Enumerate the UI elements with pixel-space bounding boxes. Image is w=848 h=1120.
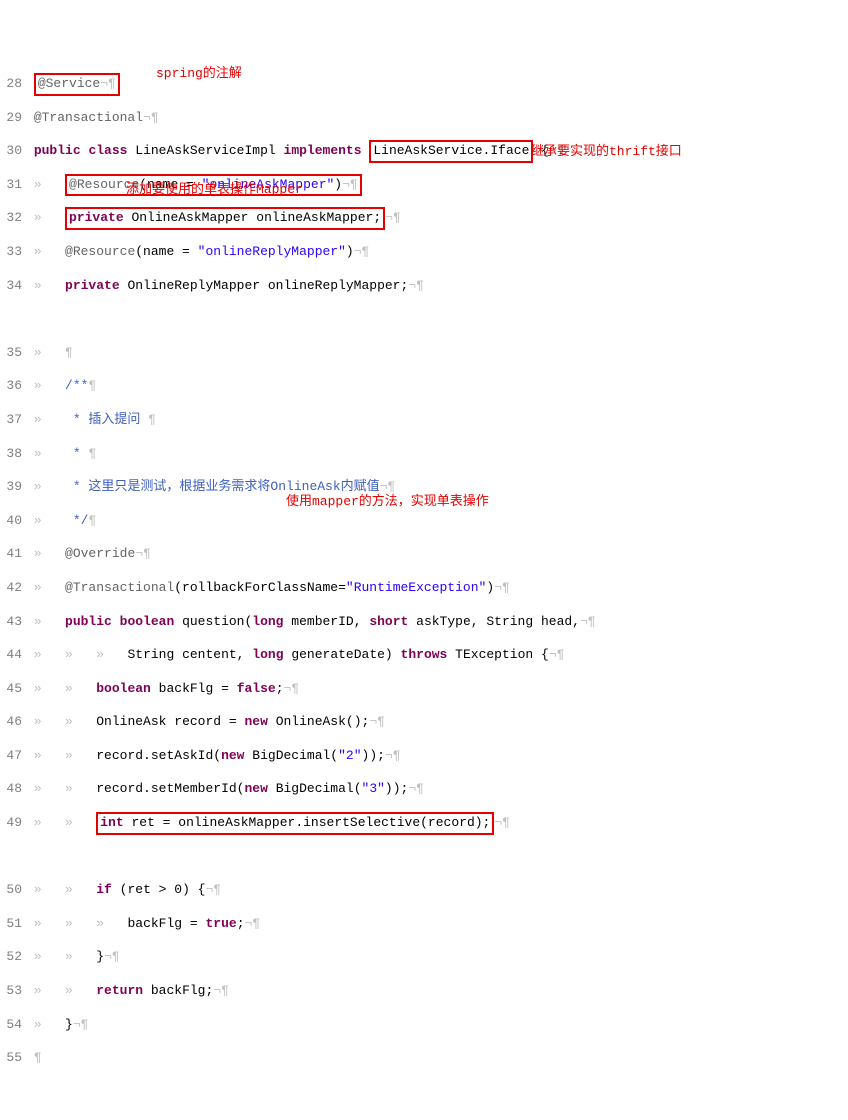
highlight-box: LineAskService.Iface xyxy=(369,140,533,163)
line-num: 47 xyxy=(0,747,22,766)
code-line[interactable]: » @Resource(name = "onlineReplyMapper")¬… xyxy=(26,243,848,262)
code-line[interactable]: » » return backFlg;¬¶ xyxy=(26,982,848,1001)
line-num: 45 xyxy=(0,680,22,699)
code-line[interactable]: public class LineAskServiceImpl implemen… xyxy=(26,142,848,161)
code-line[interactable]: @Service¬¶ xyxy=(26,75,848,94)
line-num: 37 xyxy=(0,411,22,430)
code-line[interactable]: » @Transactional(rollbackForClassName="R… xyxy=(26,579,848,598)
line-num: 33 xyxy=(0,243,22,262)
line-num: 36 xyxy=(0,377,22,396)
line-num: 28 xyxy=(0,75,22,94)
annotation-note: 继承要实现的thrift接口 xyxy=(531,140,682,159)
code-line[interactable]: » /**¶ xyxy=(26,377,848,396)
annotation-note: 添加要使用的单表操作Mapper xyxy=(126,178,303,197)
line-num: 38 xyxy=(0,445,22,464)
code-line[interactable]: » * ¶ xyxy=(26,445,848,464)
line-num: 32 xyxy=(0,209,22,228)
code-line[interactable]: » » record.setMemberId(new BigDecimal("3… xyxy=(26,780,848,799)
code-editor[interactable]: 28 29 30 31 32 33 34 35 36 37 38 39 40 4… xyxy=(0,60,848,1120)
code-line[interactable]: » public boolean question(long memberID,… xyxy=(26,613,848,632)
code-line[interactable]: » » record.setAskId(new BigDecimal("2"))… xyxy=(26,747,848,766)
code-line[interactable]: » */¶ xyxy=(26,512,848,531)
line-num: 53 xyxy=(0,982,22,1001)
line-num: 40 xyxy=(0,512,22,531)
line-num: 41 xyxy=(0,545,22,564)
line-num: 48 xyxy=(0,780,22,799)
code-line[interactable]: » » » String centent, long generateDate)… xyxy=(26,646,848,665)
code-line[interactable]: » ¶ xyxy=(26,344,848,363)
line-num: 39 xyxy=(0,478,22,497)
line-num: 31 xyxy=(0,176,22,195)
highlight-box: int ret = onlineAskMapper.insertSelectiv… xyxy=(96,812,494,835)
line-num: 49 xyxy=(0,814,22,833)
code-line[interactable]: » » boolean backFlg = false;¬¶ xyxy=(26,680,848,699)
line-num: 55 xyxy=(0,1049,22,1068)
line-num: 42 xyxy=(0,579,22,598)
code-line[interactable]: » * 插入提问 ¶ xyxy=(26,411,848,430)
code-line[interactable]: » » int ret = onlineAskMapper.insertSele… xyxy=(26,814,848,833)
code-line[interactable]: » » OnlineAsk record = new OnlineAsk();¬… xyxy=(26,713,848,732)
code-line[interactable]: @Transactional¬¶ xyxy=(26,109,848,128)
code-line[interactable]: » @Override¬¶ xyxy=(26,545,848,564)
code-line[interactable]: ¶ xyxy=(26,1049,848,1068)
line-num xyxy=(0,310,22,329)
line-num: 43 xyxy=(0,613,22,632)
line-num xyxy=(0,848,22,867)
code-line[interactable]: » private OnlineReplyMapper onlineReplyM… xyxy=(26,277,848,296)
highlight-box: private OnlineAskMapper onlineAskMapper; xyxy=(65,207,385,230)
line-num: 34 xyxy=(0,277,22,296)
line-num: 30 xyxy=(0,142,22,161)
line-num: 44 xyxy=(0,646,22,665)
line-num: 29 xyxy=(0,109,22,128)
line-num: 46 xyxy=(0,713,22,732)
code-area[interactable]: @Service¬¶ @Transactional¬¶ public class… xyxy=(26,60,848,1120)
line-num: 51 xyxy=(0,915,22,934)
code-line[interactable]: » » » backFlg = true;¬¶ xyxy=(26,915,848,934)
line-num: 35 xyxy=(0,344,22,363)
annotation-note: 使用mapper的方法，实现单表操作 xyxy=(286,490,489,509)
code-line[interactable]: » }¬¶ xyxy=(26,1016,848,1035)
line-num: 50 xyxy=(0,881,22,900)
code-line[interactable]: » private OnlineAskMapper onlineAskMappe… xyxy=(26,209,848,228)
code-line[interactable] xyxy=(26,848,848,867)
line-num: 54 xyxy=(0,1016,22,1035)
line-num: 52 xyxy=(0,948,22,967)
code-line[interactable]: » » if (ret > 0) {¬¶ xyxy=(26,881,848,900)
line-numbers: 28 29 30 31 32 33 34 35 36 37 38 39 40 4… xyxy=(0,60,26,1120)
annotation-note: spring的注解 xyxy=(156,62,242,81)
highlight-box: @Service¬¶ xyxy=(34,73,120,96)
code-line[interactable]: » » }¬¶ xyxy=(26,948,848,967)
code-line[interactable] xyxy=(26,310,848,329)
